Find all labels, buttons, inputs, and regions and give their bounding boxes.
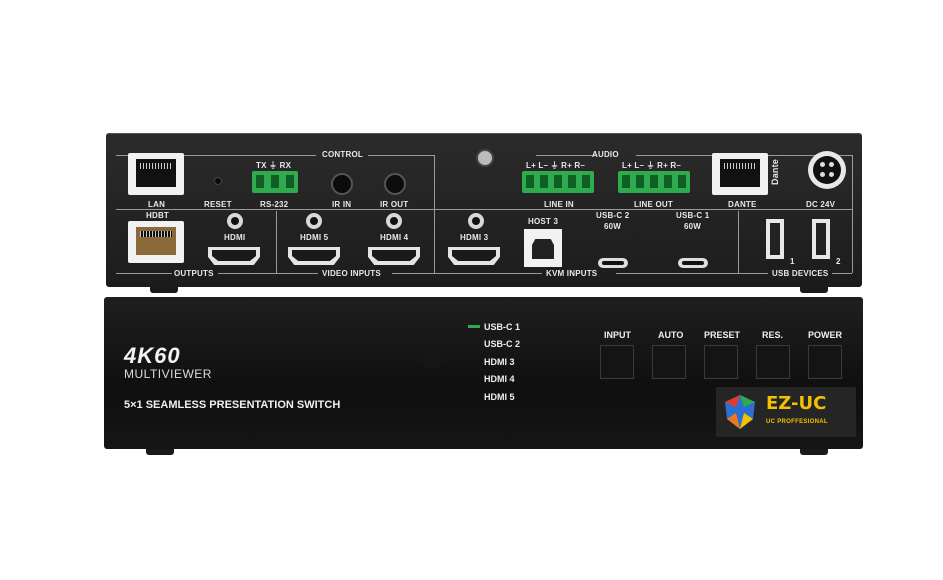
control-label: CONTROL bbox=[322, 150, 363, 159]
usbc1-power-label: 60W bbox=[684, 222, 702, 231]
line-out-label: LINE OUT bbox=[634, 200, 673, 209]
front-panel: 4K60 MULTIVIEWER 5×1 SEAMLESS PRESENTATI… bbox=[104, 297, 863, 449]
ir-sensor bbox=[422, 349, 442, 369]
tx-rx-label: TX ⏚ RX bbox=[256, 161, 292, 170]
ez-uc-logo-icon bbox=[725, 395, 755, 429]
usb-device-port-1[interactable] bbox=[766, 219, 784, 259]
reset-button[interactable] bbox=[214, 177, 222, 185]
host3-label: HOST 3 bbox=[528, 217, 559, 226]
rear-foot bbox=[800, 287, 828, 293]
divider bbox=[434, 155, 435, 273]
watermark-name: EZ-UC bbox=[766, 393, 827, 414]
line-out-pins-label: L+ L– ⏚ R+ R– bbox=[622, 161, 682, 170]
hdbt-port[interactable] bbox=[128, 221, 184, 263]
preset-button[interactable] bbox=[704, 345, 738, 379]
active-source-led bbox=[468, 325, 480, 328]
hdmi4-label: HDMI 4 bbox=[380, 233, 409, 242]
divider bbox=[738, 211, 739, 273]
screw-icon bbox=[476, 149, 494, 167]
line-in-pins-label: L+ L– ⏚ R+ R– bbox=[526, 161, 586, 170]
usb-b-host3-port[interactable] bbox=[524, 229, 562, 267]
input-button[interactable] bbox=[600, 345, 634, 379]
source-item-hdmi3: HDMI 3 bbox=[484, 357, 515, 367]
usb1-label: 1 bbox=[790, 257, 795, 266]
product-name: 5×1 SEAMLESS PRESENTATION SWITCH bbox=[124, 399, 341, 411]
divider bbox=[536, 155, 596, 156]
auto-button-label: AUTO bbox=[658, 330, 684, 340]
hdmi5-indicator bbox=[306, 213, 322, 229]
video-inputs-label: VIDEO INPUTS bbox=[322, 269, 381, 278]
rs232-label: RS-232 bbox=[260, 200, 289, 209]
brand-title: 4K60 bbox=[124, 343, 181, 368]
hdmi3-indicator bbox=[468, 213, 484, 229]
divider bbox=[276, 211, 277, 273]
ir-out-label: IR OUT bbox=[380, 200, 409, 209]
input-button-label: INPUT bbox=[604, 330, 631, 340]
power-button[interactable] bbox=[808, 345, 842, 379]
res-button-label: RES. bbox=[762, 330, 784, 340]
line-out-terminal[interactable] bbox=[618, 171, 690, 193]
source-item-hdmi4: HDMI 4 bbox=[484, 374, 515, 384]
hdmi-out-indicator bbox=[227, 213, 243, 229]
hdmi-out-label: HDMI bbox=[224, 233, 246, 242]
lan-port[interactable] bbox=[128, 153, 184, 195]
rear-foot bbox=[150, 287, 178, 293]
hdmi4-port[interactable] bbox=[368, 247, 420, 265]
watermark: EZ-UC UC PROFFESIONAL bbox=[716, 387, 856, 437]
divider bbox=[832, 273, 852, 274]
hdmi5-label: HDMI 5 bbox=[300, 233, 329, 242]
dc-label: DC 24V bbox=[806, 200, 836, 209]
hdmi4-indicator bbox=[386, 213, 402, 229]
ir-in-jack[interactable] bbox=[331, 173, 353, 195]
dante-logo: Dante bbox=[770, 158, 781, 186]
power-button-label: POWER bbox=[808, 330, 843, 340]
divider bbox=[116, 209, 852, 210]
lan-label: LAN bbox=[148, 200, 166, 209]
usbc2-power-label: 60W bbox=[604, 222, 622, 231]
reset-label: RESET bbox=[204, 200, 232, 209]
hdbt-label: HDBT bbox=[146, 211, 170, 220]
divider bbox=[392, 273, 542, 274]
dc-power-jack[interactable] bbox=[808, 151, 846, 189]
usb-device-port-2[interactable] bbox=[812, 219, 830, 259]
hdmi3-label: HDMI 3 bbox=[460, 233, 489, 242]
source-item-usbc2: USB-C 2 bbox=[484, 339, 521, 349]
usbc1-label: USB-C 1 bbox=[676, 211, 710, 220]
dante-label: DANTE bbox=[728, 200, 757, 209]
audio-label: AUDIO bbox=[592, 150, 619, 159]
usb2-label: 2 bbox=[836, 257, 841, 266]
watermark-tagline: UC PROFFESIONAL bbox=[766, 419, 828, 425]
usbc2-label: USB-C 2 bbox=[596, 211, 630, 220]
divider bbox=[368, 155, 434, 156]
hdmi5-port[interactable] bbox=[288, 247, 340, 265]
res-button[interactable] bbox=[756, 345, 790, 379]
hdmi3-port[interactable] bbox=[448, 247, 500, 265]
usbc1-port[interactable] bbox=[678, 258, 708, 268]
line-in-terminal[interactable] bbox=[522, 171, 594, 193]
divider bbox=[218, 273, 318, 274]
ir-out-jack[interactable] bbox=[384, 173, 406, 195]
rs232-terminal[interactable] bbox=[252, 171, 298, 193]
source-item-hdmi5: HDMI 5 bbox=[484, 392, 515, 402]
auto-button[interactable] bbox=[652, 345, 686, 379]
outputs-label: OUTPUTS bbox=[174, 269, 214, 278]
front-foot bbox=[146, 449, 174, 455]
line-in-label: LINE IN bbox=[544, 200, 574, 209]
divider bbox=[852, 155, 853, 273]
ir-in-label: IR IN bbox=[332, 200, 352, 209]
divider bbox=[116, 273, 172, 274]
kvm-inputs-label: KVM INPUTS bbox=[546, 269, 598, 278]
source-item-usbc1: USB-C 1 bbox=[484, 322, 521, 332]
hdmi-out-port[interactable] bbox=[208, 247, 260, 265]
rear-panel: CONTROL AUDIO LAN RESET TX ⏚ RX RS-232 I… bbox=[106, 133, 862, 287]
divider bbox=[616, 273, 768, 274]
usbc2-port[interactable] bbox=[598, 258, 628, 268]
preset-button-label: PRESET bbox=[704, 330, 741, 340]
front-foot bbox=[800, 449, 828, 455]
brand-subtitle: MULTIVIEWER bbox=[124, 367, 212, 381]
usb-devices-label: USB DEVICES bbox=[772, 269, 829, 278]
dante-port[interactable] bbox=[712, 153, 768, 195]
